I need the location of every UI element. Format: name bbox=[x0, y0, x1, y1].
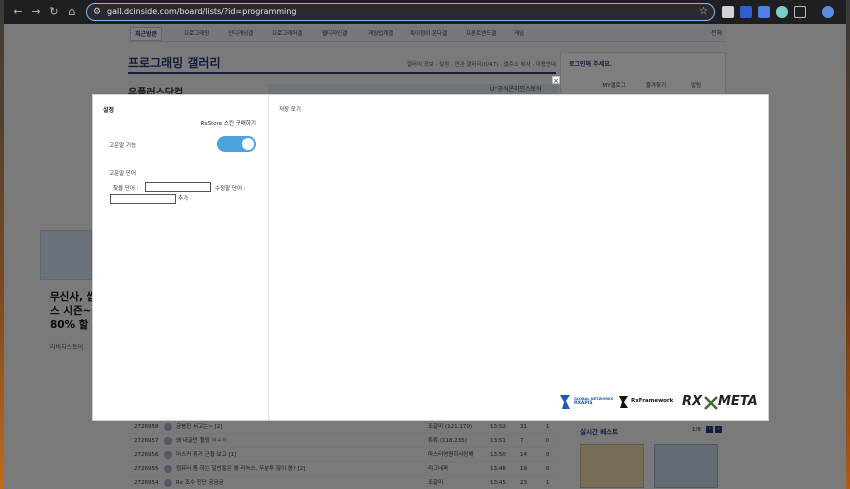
rxapis-logo: GLOBAL NETWORKS RXAPIS bbox=[558, 392, 613, 412]
rxapis-mark-icon bbox=[560, 395, 570, 409]
replace-word-input[interactable] bbox=[110, 194, 176, 204]
settings-panel: 설정 RxStore 스킨 구매하기 고운말 기능 고운말 단어 찾을 단어 :… bbox=[93, 95, 269, 420]
extension-icon[interactable] bbox=[758, 6, 770, 18]
rxstore-skin-link[interactable]: RxStore 스킨 구매하기 bbox=[201, 119, 256, 127]
close-icon[interactable]: × bbox=[552, 76, 560, 85]
clean-word-toggle[interactable] bbox=[217, 136, 256, 152]
brand-logos: GLOBAL NETWORKS RXAPIS RxFramework RX ME… bbox=[558, 392, 758, 412]
find-word-label: 찾을 단어 : bbox=[113, 186, 139, 192]
forward-icon[interactable]: → bbox=[28, 4, 44, 20]
profile-avatar[interactable] bbox=[822, 6, 834, 18]
clean-word-section-label: 고운말 단어 bbox=[109, 171, 137, 177]
browser-toolbar: ← → ↻ ⌂ ⚙ gall.dcinside.com/board/lists/… bbox=[4, 0, 846, 24]
extension-icon[interactable] bbox=[740, 6, 752, 18]
back-icon[interactable]: ← bbox=[10, 4, 26, 20]
home-icon[interactable]: ⌂ bbox=[64, 4, 80, 20]
clean-word-feature-label: 고운말 기능 bbox=[109, 143, 137, 149]
find-word-input[interactable] bbox=[145, 182, 211, 192]
rxframework-logo: RxFramework bbox=[618, 392, 676, 412]
meta-logo-text: META bbox=[718, 394, 758, 409]
rxapis-logo-line: RXAPIS bbox=[574, 401, 593, 406]
rx-meta-logo: RX META bbox=[682, 392, 758, 412]
saved-list-title: 저장 모기 bbox=[279, 107, 301, 113]
settings-modal: 설정 RxStore 스킨 구매하기 고운말 기능 고운말 단어 찾을 단어 :… bbox=[92, 94, 769, 421]
settings-title: 설정 bbox=[103, 107, 115, 114]
replace-word-label: 수정할 단어 : bbox=[215, 186, 246, 192]
add-word-button[interactable]: 추가 bbox=[178, 194, 188, 204]
extension-icon[interactable] bbox=[722, 6, 734, 18]
rxframework-logo-text: RxFramework bbox=[631, 398, 674, 404]
toggle-knob bbox=[242, 138, 254, 150]
bookmark-star-icon[interactable]: ☆ bbox=[699, 4, 708, 20]
rxframework-mark-icon bbox=[619, 396, 628, 408]
extension-icon[interactable] bbox=[776, 6, 788, 18]
url-text[interactable]: gall.dcinside.com/board/lists/?id=progra… bbox=[107, 4, 296, 20]
address-bar[interactable]: ⚙ gall.dcinside.com/board/lists/?id=prog… bbox=[86, 3, 715, 21]
puzzle-icon[interactable] bbox=[794, 6, 806, 18]
rx-meta-cross-icon bbox=[704, 396, 718, 410]
site-settings-icon[interactable]: ⚙ bbox=[93, 5, 105, 19]
reload-icon[interactable]: ↻ bbox=[46, 4, 62, 20]
browser-window: ← → ↻ ⌂ ⚙ gall.dcinside.com/board/lists/… bbox=[4, 0, 846, 489]
rx-logo-text: RX bbox=[682, 394, 703, 409]
desktop-edge-right bbox=[846, 0, 850, 489]
